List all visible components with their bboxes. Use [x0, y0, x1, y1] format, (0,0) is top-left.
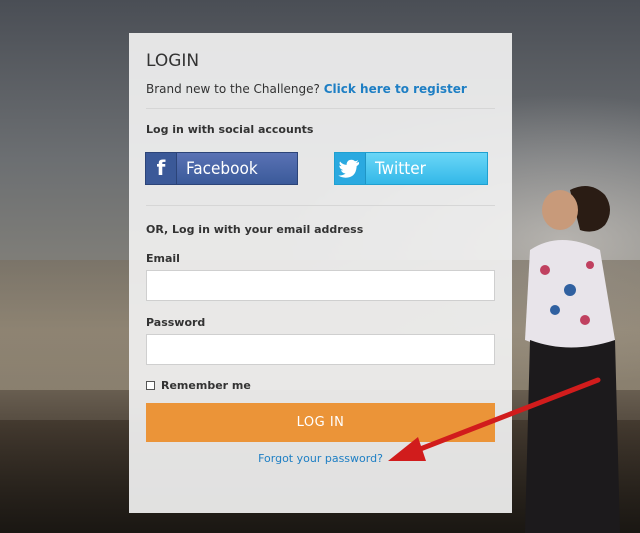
social-login-label: Log in with social accounts: [146, 123, 314, 136]
facebook-icon: f: [146, 153, 177, 184]
email-label: Email: [146, 252, 180, 265]
checkbox-icon[interactable]: [146, 381, 155, 390]
password-field[interactable]: [146, 334, 495, 365]
twitter-bird-icon: [335, 153, 366, 184]
email-login-section-label: OR, Log in with your email address: [146, 223, 364, 236]
twitter-button-label: Twitter: [375, 159, 426, 179]
divider: [146, 108, 495, 109]
register-link[interactable]: Click here to register: [324, 82, 467, 96]
remember-me-control[interactable]: Remember me: [146, 379, 251, 392]
password-label: Password: [146, 316, 206, 329]
register-prompt-text: Brand new to the Challenge?: [146, 82, 320, 96]
remember-me-label: Remember me: [161, 379, 251, 392]
email-field[interactable]: [146, 270, 495, 301]
facebook-login-button[interactable]: f Facebook: [145, 152, 298, 185]
background-runner-image: [525, 186, 620, 533]
forgot-password-link[interactable]: Forgot your password?: [258, 452, 383, 465]
divider: [146, 205, 495, 206]
red-arrow-annotation: [388, 377, 601, 461]
login-title: LOGIN: [146, 51, 200, 71]
twitter-login-button[interactable]: Twitter: [334, 152, 488, 185]
facebook-button-label: Facebook: [186, 159, 258, 179]
register-prompt: Brand new to the Challenge? Click here t…: [146, 82, 467, 96]
